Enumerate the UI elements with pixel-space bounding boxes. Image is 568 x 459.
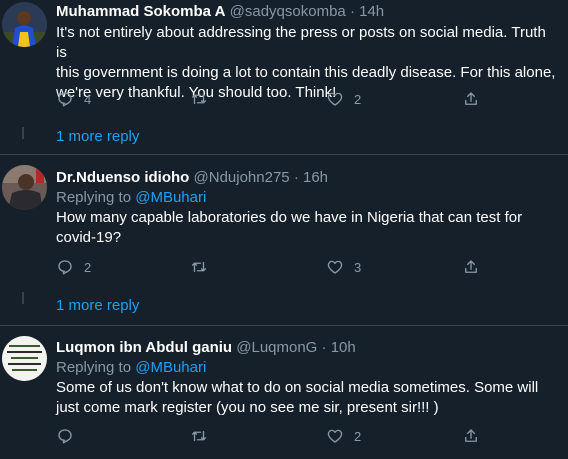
thread-connector <box>22 292 24 304</box>
tweet-text-line: Some of us don't know what to do on soci… <box>56 379 539 396</box>
like-button[interactable]: 3 <box>326 256 361 278</box>
avatar[interactable] <box>2 2 47 47</box>
tweet-actions: 2 3 <box>56 256 496 278</box>
reply-icon <box>58 260 72 275</box>
reply-count: 4 <box>84 91 92 107</box>
tweet-text: Some of us don't know what to do on soci… <box>56 378 560 418</box>
display-name[interactable]: Muhammad Sokomba A <box>56 3 225 20</box>
like-icon <box>327 429 343 443</box>
reply-button[interactable] <box>56 425 84 447</box>
share-button[interactable] <box>462 88 480 110</box>
user-handle[interactable]: @sadyqsokomba <box>230 3 346 20</box>
avatar-photo <box>2 336 47 381</box>
separator-dot: · <box>349 3 355 20</box>
more-replies-link[interactable]: 1 more reply <box>56 128 139 145</box>
replying-to-mention[interactable]: @MBuhari <box>135 189 206 206</box>
avatar[interactable] <box>2 336 47 381</box>
avatar-photo <box>2 2 47 47</box>
replying-to-label: Replying to <box>56 189 132 206</box>
tweet-header: Dr.Nduenso idioho @Ndujohn275 · 16h <box>56 168 560 187</box>
display-name[interactable]: Luqmon ibn Abdul ganiu <box>56 339 232 356</box>
like-count: 2 <box>354 428 362 444</box>
share-icon <box>465 260 477 273</box>
avatar-photo <box>2 165 47 210</box>
replying-to-mention[interactable]: @MBuhari <box>135 359 206 376</box>
separator-dot: · <box>293 169 299 186</box>
tweet-actions: 2 <box>56 425 496 447</box>
retweet-button[interactable] <box>190 425 218 447</box>
tweet-1[interactable]: Muhammad Sokomba A @sadyqsokomba · 14h I… <box>0 0 568 145</box>
separator-dot: · <box>321 339 327 356</box>
tweet-header: Muhammad Sokomba A @sadyqsokomba · 14h <box>56 2 560 21</box>
like-button[interactable]: 2 <box>326 88 361 110</box>
reply-button[interactable]: 4 <box>56 88 91 110</box>
retweet-icon <box>191 93 207 105</box>
more-replies-link[interactable]: 1 more reply <box>56 297 139 314</box>
tweet-text-line: How many capable laboratories do we have… <box>56 209 523 226</box>
share-button[interactable] <box>462 425 480 447</box>
like-icon <box>327 260 343 274</box>
user-handle[interactable]: @Ndujohn275 <box>194 169 290 186</box>
like-count: 2 <box>354 91 362 107</box>
reply-icon <box>58 429 72 444</box>
reply-icon <box>58 92 72 107</box>
replying-to: Replying to @MBuhari <box>56 358 560 378</box>
display-name[interactable]: Dr.Nduenso idioho <box>56 169 189 186</box>
replying-to: Replying to @MBuhari <box>56 188 560 208</box>
tweet-3[interactable]: Luqmon ibn Abdul ganiu @LuqmonG · 10h Re… <box>0 326 568 459</box>
tweet-text-line: It's not entirely about addressing the p… <box>56 24 546 61</box>
retweet-icon <box>191 261 207 273</box>
share-icon <box>465 92 477 105</box>
retweet-button[interactable] <box>190 256 218 278</box>
like-button[interactable]: 2 <box>326 425 361 447</box>
reply-count: 2 <box>84 259 92 275</box>
tweet-text-line: just come mark register (you no see me s… <box>56 399 439 416</box>
timestamp[interactable]: 14h <box>359 3 384 20</box>
retweet-icon <box>191 430 207 442</box>
share-icon <box>465 429 477 442</box>
replying-to-label: Replying to <box>56 359 132 376</box>
reply-button[interactable]: 2 <box>56 256 91 278</box>
avatar[interactable] <box>2 165 47 210</box>
user-handle[interactable]: @LuqmonG <box>236 339 317 356</box>
like-count: 3 <box>354 259 362 275</box>
timestamp[interactable]: 16h <box>303 169 328 186</box>
tweet-text: How many capable laboratories do we have… <box>56 208 560 248</box>
retweet-button[interactable] <box>190 88 218 110</box>
reply-feed: Muhammad Sokomba A @sadyqsokomba · 14h I… <box>0 0 568 459</box>
tweet-actions: 4 2 <box>56 88 496 110</box>
timestamp[interactable]: 10h <box>331 339 356 356</box>
tweet-2[interactable]: Dr.Nduenso idioho @Ndujohn275 · 16h Repl… <box>0 155 568 325</box>
tweet-text-line: this government is doing a lot to contai… <box>56 64 556 81</box>
like-icon <box>327 92 343 106</box>
thread-connector <box>22 127 24 139</box>
tweet-text-line: covid-19? <box>56 229 122 246</box>
share-button[interactable] <box>462 256 480 278</box>
tweet-header: Luqmon ibn Abdul ganiu @LuqmonG · 10h <box>56 338 560 357</box>
